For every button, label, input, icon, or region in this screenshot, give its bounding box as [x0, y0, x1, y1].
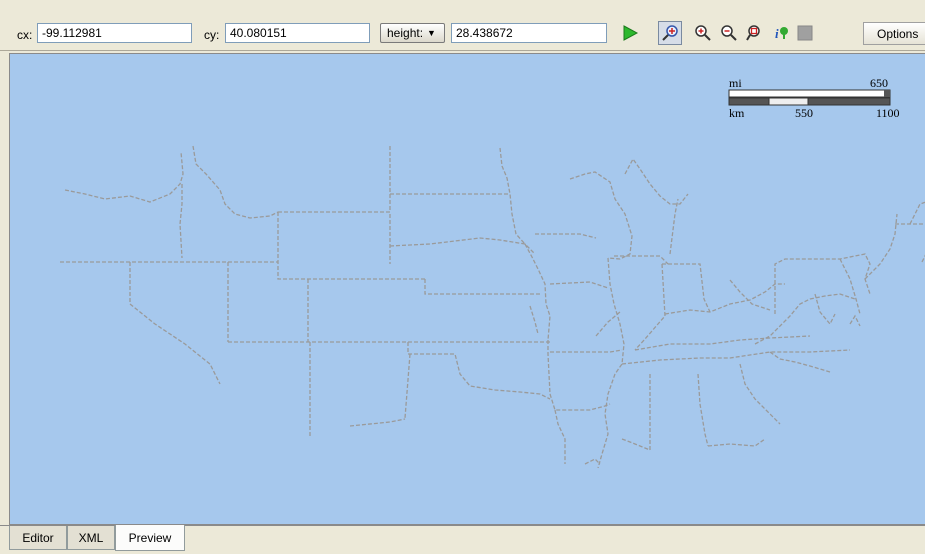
tab-bar: Editor XML Preview — [0, 525, 925, 554]
boundary-line — [729, 279, 771, 311]
svg-text:i: i — [775, 26, 779, 41]
scale-bar: mi 650 km 550 1100 — [728, 76, 900, 120]
toolbar: cx: cy: height: ▼ — [0, 0, 925, 51]
boundary-line — [614, 255, 669, 265]
play-button[interactable] — [618, 21, 642, 45]
tab-preview-label: Preview — [128, 530, 172, 545]
zoom-out-icon — [721, 25, 737, 41]
boundary-line — [814, 293, 836, 326]
zoom-out-button[interactable] — [717, 21, 741, 45]
boundary-line — [129, 262, 221, 385]
height-input[interactable] — [451, 23, 607, 43]
identify-icon: i — [775, 26, 788, 41]
boundary-line — [549, 393, 611, 411]
pan-icon — [662, 25, 678, 41]
tab-preview[interactable]: Preview — [115, 525, 185, 551]
boundary-line — [499, 147, 526, 245]
boundary-line — [909, 201, 925, 225]
boundary-line — [707, 438, 766, 447]
scale-top-max: 650 — [870, 76, 888, 90]
options-button[interactable]: Options — [863, 22, 925, 45]
boundary-line — [697, 373, 709, 447]
boundary-line — [349, 418, 406, 427]
identify-button[interactable]: i — [770, 21, 794, 45]
boundary-line — [595, 311, 621, 337]
scale-bottom-unit: km — [729, 106, 745, 120]
pan-button[interactable] — [658, 21, 682, 45]
tab-xml[interactable]: XML — [67, 526, 115, 550]
tab-editor-label: Editor — [22, 530, 54, 545]
boundary-line — [769, 351, 831, 373]
stop-icon — [797, 25, 813, 41]
boundary-line — [407, 342, 551, 400]
boundary-line — [774, 253, 871, 314]
boundary-line — [524, 243, 551, 341]
boundary-line — [389, 237, 536, 255]
zoom-rect-button[interactable] — [743, 21, 767, 45]
tab-xml-label: XML — [78, 530, 104, 545]
boundary-line — [569, 171, 633, 260]
boundary-line — [424, 279, 540, 295]
stop-button[interactable] — [793, 21, 817, 45]
cx-label: cx: — [17, 28, 33, 42]
boundary-line — [64, 151, 184, 203]
state-boundaries — [60, 145, 925, 469]
boundary-line — [550, 349, 623, 353]
zoom-in-button[interactable] — [691, 21, 715, 45]
boundary-line — [547, 340, 551, 395]
play-icon — [623, 25, 639, 41]
cy-input[interactable] — [225, 23, 370, 43]
chevron-down-icon: ▼ — [427, 28, 436, 38]
boundary-line — [839, 258, 861, 315]
zoom-in-icon — [695, 25, 711, 41]
scale-bottom-max: 1100 — [876, 106, 900, 120]
boundary-line — [634, 335, 811, 351]
boundary-line — [584, 458, 601, 465]
boundary-line — [192, 145, 279, 219]
boundary-line — [554, 409, 566, 464]
boundary-line — [864, 213, 898, 280]
scale-top-end — [884, 90, 890, 97]
boundary-line — [549, 281, 609, 289]
mode-dropdown[interactable]: height: ▼ — [380, 23, 445, 43]
boundary-line — [621, 438, 651, 451]
tab-editor[interactable]: Editor — [9, 526, 67, 550]
boundary-line — [179, 184, 183, 259]
map-view[interactable]: mi 650 km 550 1100 — [9, 53, 925, 525]
mode-dropdown-label: height: — [387, 26, 424, 40]
boundary-line — [634, 263, 666, 351]
scale-bottom-mid: 550 — [795, 106, 813, 120]
cy-label: cy: — [204, 28, 220, 42]
boundary-line — [624, 157, 689, 205]
boundary-line — [597, 257, 625, 469]
boundary-line — [669, 198, 679, 255]
scale-top-unit: mi — [729, 76, 742, 90]
boundary-line — [849, 314, 861, 327]
boundary-line — [662, 263, 711, 313]
boundary-line — [621, 349, 851, 365]
boundary-line — [529, 305, 539, 335]
boundary-line — [404, 353, 411, 419]
map-canvas[interactable]: mi 650 km 550 1100 — [10, 54, 925, 525]
boundary-line — [739, 363, 781, 425]
zoom-rect-icon — [746, 25, 760, 41]
cx-input[interactable] — [37, 23, 192, 43]
boundary-line — [535, 233, 597, 239]
boundary-line — [278, 211, 391, 264]
options-label: Options — [877, 26, 919, 41]
